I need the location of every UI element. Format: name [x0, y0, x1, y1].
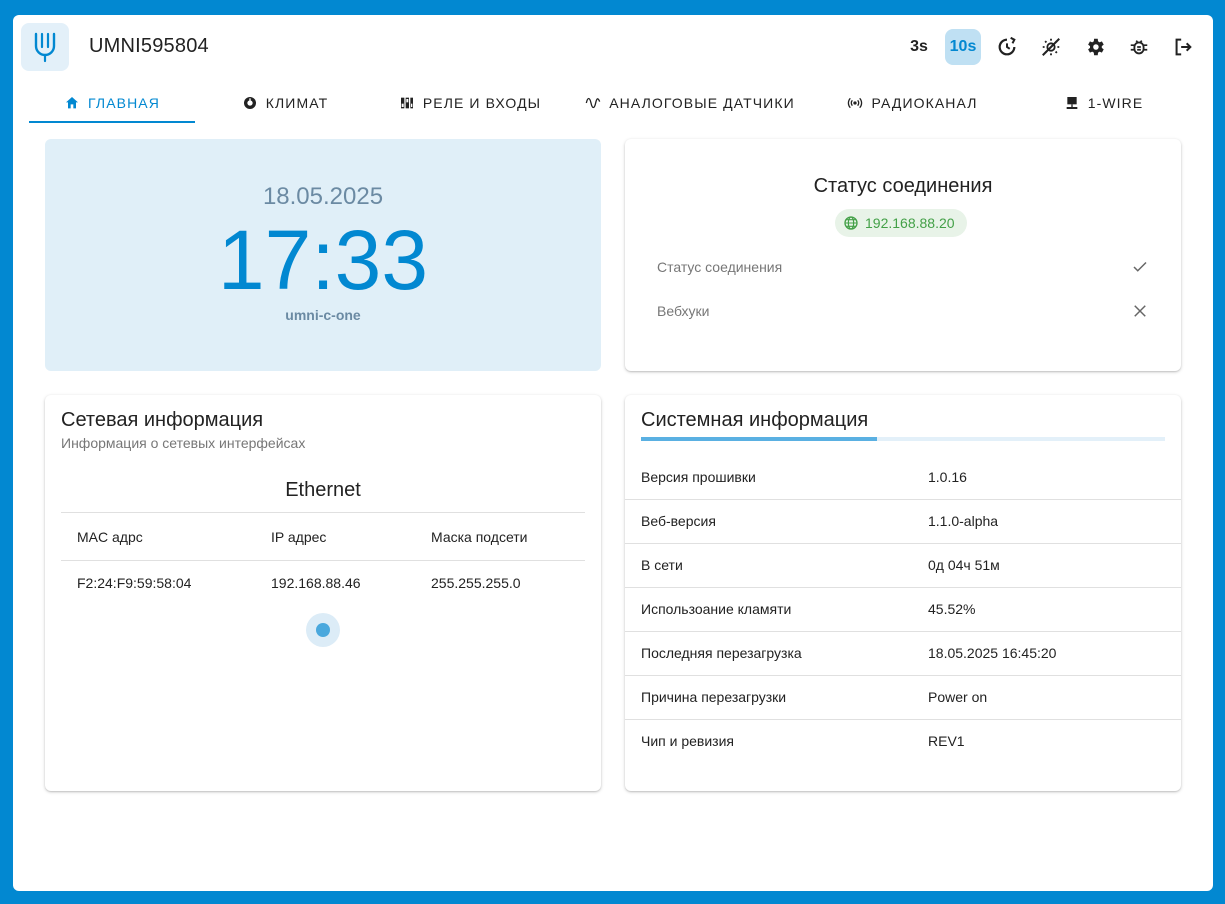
row-label: Причина перезагрузки — [625, 675, 928, 720]
tab-label: 1-wire — [1087, 95, 1144, 111]
tab-label: Реле и входы — [422, 95, 542, 111]
row-value: 0д 04ч 51м — [928, 543, 1181, 588]
ip-address-text: 192.168.88.20 — [865, 215, 955, 231]
brightness-off-icon — [1042, 38, 1060, 56]
status-row-label: Статус соединения — [657, 259, 783, 275]
sine-wave-icon — [585, 97, 601, 109]
loading-spinner — [306, 613, 340, 647]
table-row: Веб-версия 1.1.0-alpha — [625, 499, 1181, 544]
network-info-subtitle: Информация о сетевых интерфейсах — [61, 435, 306, 451]
tab-label: Радиоканал — [871, 95, 978, 111]
app-header: UMNI595804 3s 10s — [13, 15, 1213, 79]
tab-analog-sensors[interactable]: Аналоговые датчики — [565, 83, 815, 123]
logout-button[interactable] — [1165, 29, 1201, 65]
tab-climate[interactable]: Климат — [195, 83, 375, 123]
gear-icon — [1088, 38, 1104, 56]
thermostat-icon — [243, 97, 256, 109]
logout-icon — [1175, 38, 1192, 56]
system-info-card: Системная информация Версия прошивки 1.0.… — [625, 395, 1181, 791]
network-info-card: Сетевая информация Информация о сетевых … — [45, 395, 601, 791]
row-label: В сети — [625, 543, 928, 588]
table-row: F2:24:F9:59:58:04 192.168.88.46 255.255.… — [61, 561, 585, 605]
app-logo[interactable] — [21, 23, 69, 71]
table-row: Причина перезагрузки Power on — [625, 675, 1181, 720]
progress-fill — [641, 437, 877, 441]
table-row: Последняя перезагрузка 18.05.2025 16:45:2… — [625, 631, 1181, 676]
refresh-icon — [998, 36, 1016, 56]
row-value: 18.05.2025 16:45:20 — [928, 631, 1181, 676]
tab-relays-inputs[interactable]: Реле и входы — [375, 83, 565, 123]
row-value: 45.52% — [928, 587, 1181, 632]
clock-date: 18.05.2025 — [262, 183, 384, 210]
column-header-ip: IP адрес — [255, 512, 415, 561]
check-icon — [1133, 261, 1147, 272]
close-icon — [1134, 305, 1146, 317]
app-window: UMNI595804 3s 10s Главная — [13, 15, 1213, 891]
relay-icon — [400, 97, 413, 109]
tab-radio[interactable]: Радиоканал — [815, 83, 1010, 123]
home-icon — [66, 97, 79, 109]
column-header-mask: Маска подсети — [415, 512, 585, 561]
connection-status-card: Статус соединения 192.168.88.20 Статус с… — [625, 139, 1181, 371]
table-header-row: MAC адрс IP адрес Маска подсети — [61, 512, 585, 561]
loading-progress-bar — [641, 437, 1165, 441]
row-label: Веб-версия — [625, 499, 928, 544]
header-actions: 3s 10s — [901, 29, 1201, 65]
network-info-title: Сетевая информация — [61, 409, 264, 431]
clock-time: 17:33 — [217, 213, 429, 307]
debug-button[interactable] — [1121, 29, 1157, 65]
network-icon — [1066, 97, 1078, 109]
radio-icon — [848, 97, 863, 109]
network-table: MAC адрс IP адрес Маска подсети F2:24:F9… — [61, 512, 585, 605]
clock-card: 18.05.2025 17:33 umni-c-one — [45, 139, 601, 371]
umni-logo-icon — [34, 32, 56, 63]
tab-label: Главная — [88, 95, 160, 111]
interface-name: Ethernet — [285, 479, 361, 501]
device-hostname: umni-c-one — [285, 307, 361, 323]
system-info-table: Версия прошивки 1.0.16 Веб-версия 1.1.0-al… — [625, 455, 1181, 763]
table-row: Использоание кламяти 45.52% — [625, 587, 1181, 632]
row-value: REV1 — [928, 733, 965, 750]
column-header-mac: MAC адрс — [61, 512, 255, 561]
refresh-button[interactable] — [989, 29, 1025, 65]
table-row: Версия прошивки 1.0.16 — [625, 455, 1181, 500]
theme-toggle-button[interactable] — [1033, 29, 1069, 65]
ip-address-chip[interactable]: 192.168.88.20 — [835, 209, 967, 237]
device-id: UMNI595804 — [89, 35, 209, 57]
system-info-title: Системная информация — [641, 409, 869, 431]
row-label: Чип и ревизия — [641, 733, 734, 750]
main-tabs: Главная Климат Реле и входы Аналоговые д… — [29, 83, 1197, 123]
tab-home[interactable]: Главная — [29, 83, 195, 123]
refresh-3s-button[interactable]: 3s — [901, 29, 937, 65]
row-value: Power on — [928, 675, 1181, 720]
row-label: Последняя перезагрузка — [625, 631, 928, 676]
status-row-webhooks: Вебхуки — [657, 299, 1149, 323]
globe-icon — [844, 216, 858, 230]
tab-label: Климат — [265, 95, 329, 111]
row-label: Версия прошивки — [625, 455, 928, 500]
connection-status-title: Статус соединения — [813, 175, 993, 197]
ip-address: 192.168.88.46 — [271, 574, 361, 591]
row-label: Использоание кламяти — [625, 587, 928, 632]
bug-icon — [1130, 40, 1148, 55]
settings-button[interactable] — [1077, 29, 1113, 65]
refresh-10s-button[interactable]: 10s — [945, 29, 981, 65]
row-value: 1.0.16 — [928, 455, 1181, 500]
status-row-connection: Статус соединения — [657, 255, 1149, 279]
mac-address: F2:24:F9:59:58:04 — [77, 574, 192, 591]
status-row-label: Вебхуки — [657, 303, 710, 319]
tab-1wire[interactable]: 1-wire — [1010, 83, 1197, 123]
tab-label: Аналоговые датчики — [609, 95, 795, 111]
row-value: 1.1.0-alpha — [928, 499, 1181, 544]
table-row: Чип и ревизия REV1 — [625, 719, 1181, 763]
subnet-mask: 255.255.255.0 — [431, 574, 521, 591]
table-row: В сети 0д 04ч 51м — [625, 543, 1181, 588]
